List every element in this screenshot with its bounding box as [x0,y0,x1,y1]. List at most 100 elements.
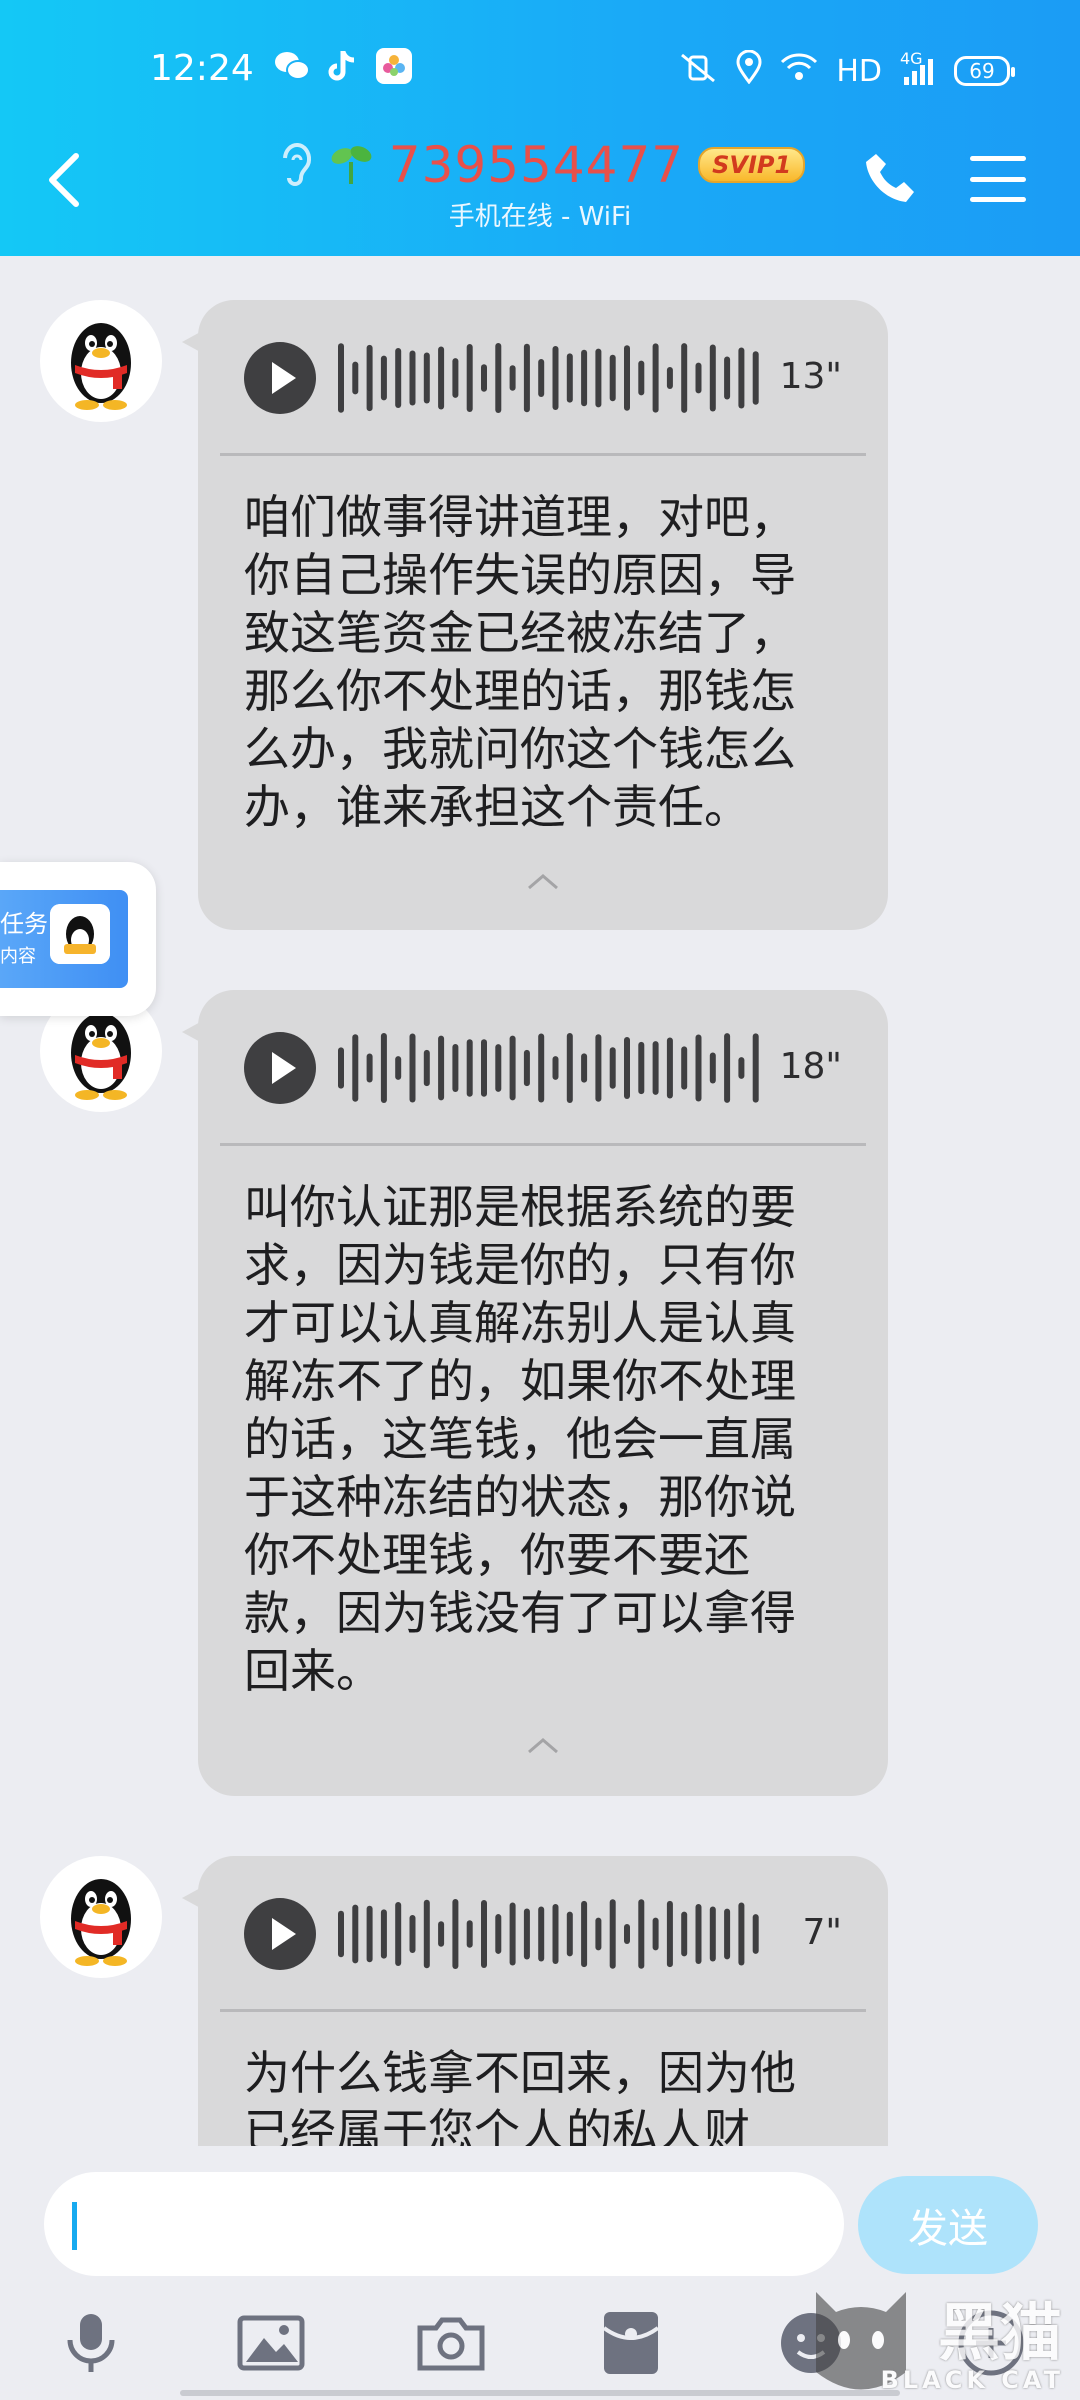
play-icon[interactable] [244,342,316,414]
waveform-bar [380,1909,387,1959]
avatar[interactable] [40,1856,162,1978]
waveform-bar [581,349,588,407]
avatar[interactable] [40,300,162,422]
phone-call-button[interactable] [862,150,918,206]
watermark-text: 黑猫 [937,2296,1062,2369]
waveform-bar [566,1033,573,1103]
play-icon[interactable] [244,1032,316,1104]
waveform-bar [709,344,716,412]
waveform-bar [609,354,616,402]
microphone-icon[interactable] [56,2308,126,2378]
waveform-bar [709,1052,716,1084]
send-button[interactable]: 发送 [858,2176,1038,2274]
waveform-bar [624,1036,630,1100]
waveform-bar [523,343,530,413]
voice-player: 18" [220,990,866,1146]
waveform-bar [395,348,402,408]
watermark-subtext: BLACK CAT [880,2366,1064,2394]
task-sublabel: 内容 [0,946,36,967]
waveform-bar [380,1033,387,1103]
waveform-bar [595,348,602,408]
camera-icon[interactable] [416,2308,486,2378]
waveform-bar [724,1908,731,1960]
gesture-bar [180,2390,900,2396]
waveform-bar [509,1902,516,1966]
waveform-bar [438,1035,445,1101]
waveform-bar [738,347,745,409]
waveform-bar [666,1900,673,1968]
waveform-bar [352,361,359,395]
waveform-bar [423,1049,430,1087]
waveform-bar [409,1033,416,1103]
task-banner: 任务 内容 [0,890,128,988]
waveform-bar [638,1899,645,1969]
waveform-bar [695,362,702,394]
waveform-bar [724,356,731,400]
online-status: 手机在线 - WiFi [448,202,632,232]
collapse-chevron-icon[interactable] [525,872,561,892]
waveform-bar [409,1915,416,1953]
waveform-bar [581,1053,588,1083]
waveform-bar [366,1053,373,1083]
waveform-bar [438,346,445,410]
waveform-bar [666,1037,673,1099]
waveform [338,343,759,413]
wifi-icon [780,52,818,90]
waveform-bar [452,1899,459,1969]
waveform-bar [523,1049,530,1087]
waveform-bar [395,1056,402,1080]
waveform-bar [423,352,430,404]
waveform-bar [409,350,416,406]
play-icon[interactable] [244,1898,316,1970]
wechat-icon [272,46,312,86]
collapse-chevron-icon[interactable] [525,1736,561,1756]
waveform-bar [395,1902,402,1966]
waveform-bar [380,355,387,401]
voice-duration: 13" [779,356,842,397]
message-input[interactable] [44,2172,844,2276]
waveform-bar [752,1914,759,1954]
waveform-bar [481,1899,487,1969]
image-icon[interactable] [236,2308,306,2378]
waveform-bar [566,353,573,403]
waveform-bar [338,1910,344,1958]
waveform-bar [538,359,545,397]
waveform-bar [595,1917,602,1951]
waveform-bar [624,345,630,411]
waveform-bar [609,1047,616,1089]
voice-message[interactable]: 7" 为什么钱拿不回来，因为他已经属于您个人的私人财 [182,1856,888,2146]
waveform-bar [709,1906,716,1962]
waveform-bar [509,1035,516,1101]
menu-button[interactable] [970,156,1026,202]
floating-task-widget[interactable]: 任务 内容 [0,862,156,1016]
waveform-bar [695,1904,702,1964]
waveform-bar [452,1044,459,1092]
voice-message[interactable]: 18" 叫你认证那是根据系统的要求，因为钱是你的，只有你才可以认真解冻别人是认真… [182,990,888,1796]
penguin-icon [71,1879,131,1966]
chat-header: 12:24 HD 4G 69 739554477 SVIP1 手机在线 - Wi… [0,0,1080,256]
waveform-bar [681,1911,688,1957]
menu-line [970,197,1026,202]
waveform-bar [652,1041,659,1095]
menu-line [970,176,1026,182]
waveform-bar [466,1920,473,1948]
red-packet-icon[interactable] [596,2308,666,2378]
voice-message[interactable]: 13" 咱们做事得讲道理，对吧，你自己操作失误的原因，导致这笔资金已经被冻结了，… [182,300,888,930]
voice-player: 13" [220,300,866,456]
waveform-bar [495,1914,502,1954]
waveform-bar [481,364,487,392]
waveform-bar [466,343,473,413]
waveform-bar [724,1033,731,1103]
waveform-bar [738,1057,745,1079]
chat-area[interactable]: 13" 咱们做事得讲道理，对吧，你自己操作失误的原因，导致这笔资金已经被冻结了，… [0,256,1080,2146]
waveform [338,1033,759,1103]
waveform-bar [552,346,559,410]
waveform-bar [523,1908,530,1960]
ear-icon[interactable] [275,138,315,192]
voice-duration: 18" [779,1046,842,1087]
waveform-bar [438,1921,445,1947]
waveform-bar [338,1047,344,1089]
waveform-bar [466,1039,473,1097]
status-bar: 12:24 HD 4G 69 [0,40,1080,100]
waveform-bar [638,360,645,396]
